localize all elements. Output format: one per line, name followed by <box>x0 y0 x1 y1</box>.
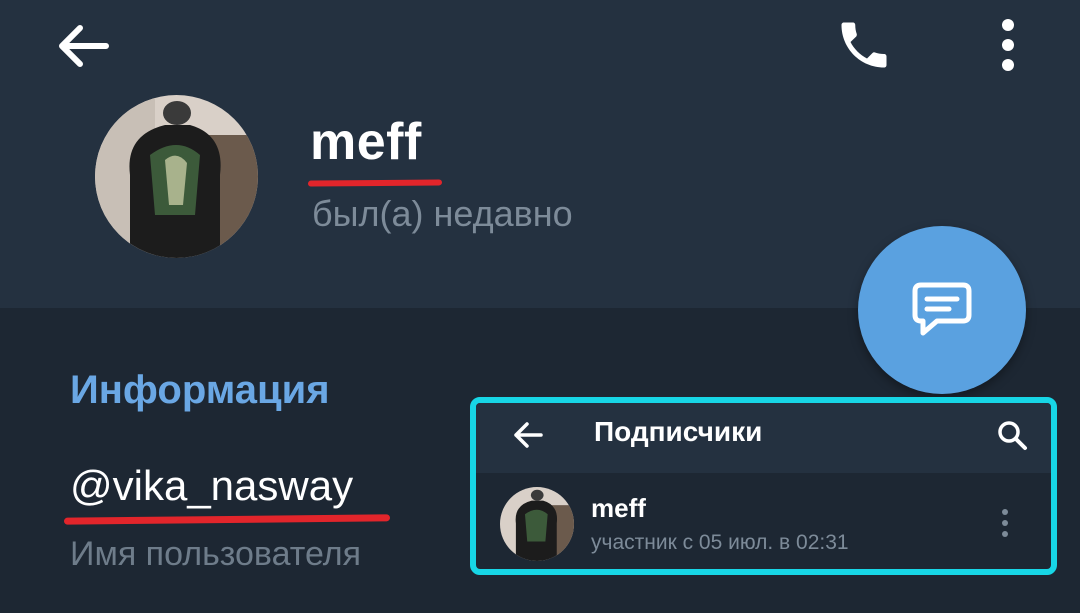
more-vertical-icon <box>1002 509 1008 537</box>
list-item[interactable]: meff участник с 05 июл. в 02:31 <box>476 473 1051 569</box>
subscribers-title: Подписчики <box>594 416 763 447</box>
member-more-button[interactable] <box>990 503 1020 543</box>
member-name: meff <box>591 493 646 523</box>
profile-name: meff <box>310 113 422 171</box>
back-button[interactable] <box>46 14 118 78</box>
username-label: Имя пользователя <box>70 535 361 573</box>
search-icon <box>998 421 1027 450</box>
subscribers-panel-highlight: Подписчики meff участник с 05 июл. в 02:… <box>470 397 1057 575</box>
username-value[interactable]: @vika_nasway <box>70 462 353 510</box>
last-seen-status: был(а) недавно <box>312 193 573 234</box>
subscribers-search-button[interactable] <box>990 413 1034 457</box>
arrow-left-icon <box>514 422 543 448</box>
username-underline-mark <box>63 514 391 525</box>
more-vertical-icon <box>1002 19 1014 71</box>
subscribers-back-button[interactable] <box>506 415 550 455</box>
call-button[interactable] <box>826 10 902 80</box>
message-icon <box>912 282 972 336</box>
profile-avatar[interactable] <box>95 95 258 258</box>
send-message-fab[interactable] <box>858 226 1026 394</box>
avatar-photo <box>500 487 574 561</box>
info-section-title: Информация <box>70 368 330 412</box>
arrow-left-icon <box>59 25 109 67</box>
name-underline-mark <box>307 179 443 187</box>
more-options-button[interactable] <box>980 12 1036 78</box>
phone-icon <box>841 22 887 68</box>
subscribers-toolbar <box>476 403 1051 473</box>
member-joined-date: участник с 05 июл. в 02:31 <box>591 531 849 554</box>
avatar-photo <box>95 95 258 258</box>
avatar <box>500 487 574 561</box>
